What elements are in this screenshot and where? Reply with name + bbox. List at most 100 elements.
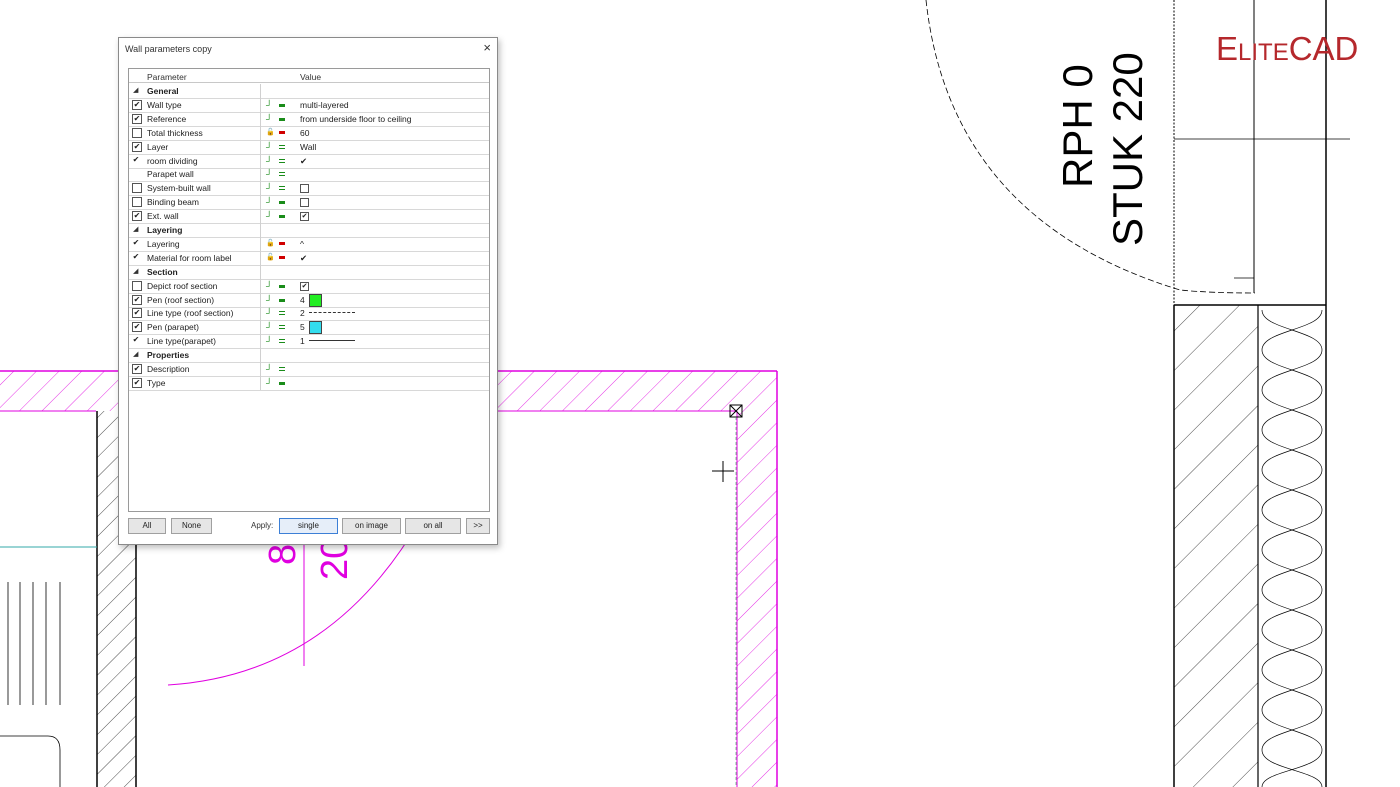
row-checkbox[interactable] (132, 127, 142, 138)
parameter-row[interactable]: ✔ Pen (parapet) ┘ 5 (129, 320, 489, 336)
column-divider (260, 362, 261, 376)
lock-open-icon[interactable]: 🔓 (266, 128, 275, 136)
lock-icon[interactable]: ┘ (266, 100, 272, 110)
row-checkbox[interactable]: ✔ (132, 364, 142, 374)
grid-header: Parameter Value (129, 69, 489, 83)
section-header[interactable]: ◢ General (129, 84, 489, 99)
lock-icon[interactable]: ┘ (266, 378, 272, 388)
parameter-label: Ext. wall (147, 211, 179, 222)
parameter-value[interactable]: ✔ (300, 156, 307, 167)
row-checkbox[interactable]: ✔ (132, 211, 142, 222)
lock-icon[interactable]: ┘ (266, 156, 272, 166)
value-checkbox[interactable] (300, 198, 309, 208)
label-line1: RPH 0 (1054, 64, 1101, 188)
parameter-value[interactable]: 4 (300, 295, 305, 305)
row-checkbox[interactable]: ✔ (132, 155, 140, 164)
lock-open-icon[interactable]: 🔓 (266, 253, 275, 261)
row-checkbox[interactable]: ✔ (132, 336, 140, 345)
row-checkbox[interactable]: ✔ (132, 113, 142, 124)
parameter-value[interactable]: Wall (300, 142, 316, 152)
row-checkbox[interactable]: ✔ (132, 294, 142, 305)
lock-icon[interactable]: ┘ (266, 114, 272, 124)
lock-icon[interactable]: ┘ (266, 295, 272, 305)
parameter-label: Layering (147, 238, 180, 249)
column-header-parameter[interactable]: Parameter (147, 72, 187, 82)
row-checkbox[interactable] (132, 280, 142, 291)
lock-icon[interactable]: ┘ (266, 169, 272, 179)
collapse-icon[interactable]: ◢ (133, 267, 138, 275)
collapse-icon[interactable]: ◢ (133, 350, 138, 358)
lock-icon[interactable]: ┘ (266, 197, 272, 207)
parameter-row[interactable]: Total thickness 🔓 60 (129, 125, 489, 141)
line-type-preview (309, 312, 355, 314)
parameter-row[interactable]: ✔ Pen (roof section) ┘ 4 (129, 292, 489, 308)
parameter-row[interactable]: ✔ Line type (roof section) ┘ 2 (129, 306, 489, 322)
column-divider (260, 139, 261, 154)
pen-color-swatch[interactable] (309, 293, 322, 307)
parameter-row[interactable]: ✔ Description ┘ (129, 362, 489, 377)
row-checkbox[interactable] (132, 183, 142, 194)
none-button[interactable]: None (171, 518, 212, 534)
parameter-row[interactable]: System-built wall ┘ (129, 181, 489, 197)
section-header[interactable]: ◢ Layering (129, 223, 489, 238)
apply-on-image-button[interactable]: on image (342, 518, 401, 534)
lock-icon[interactable]: ┘ (266, 142, 272, 152)
pen-color-swatch[interactable] (309, 321, 322, 335)
section-label: Properties (147, 350, 190, 361)
lock-icon[interactable]: ┘ (266, 308, 272, 318)
parameter-value[interactable]: 5 (300, 322, 305, 332)
row-checkbox[interactable]: ✔ (132, 322, 142, 333)
lock-icon[interactable]: ┘ (266, 211, 272, 221)
apply-single-button[interactable]: single (279, 518, 338, 534)
value-checkbox[interactable] (300, 184, 309, 194)
lock-icon[interactable]: ┘ (266, 281, 272, 291)
parameter-row[interactable]: Binding beam ┘ (129, 195, 489, 211)
column-divider (260, 181, 261, 196)
parameter-value[interactable]: ^ (300, 239, 304, 249)
value-checkbox[interactable]: ✔ (300, 212, 309, 222)
parameter-value[interactable]: 1 (300, 336, 305, 346)
close-icon[interactable]: × (483, 40, 491, 55)
parameter-row[interactable]: ✔ Wall type ┘ multi-layered (129, 97, 489, 113)
row-checkbox[interactable] (132, 197, 142, 208)
parameter-row[interactable]: Depict roof section ┘ ✔ (129, 278, 489, 294)
lock-icon[interactable]: ┘ (266, 364, 272, 374)
parameter-row[interactable]: ✔ Material for room label 🔓 ✔ (129, 250, 489, 266)
lock-open-icon[interactable]: 🔓 (266, 239, 275, 247)
parameter-value[interactable]: from underside floor to ceiling (300, 114, 412, 124)
parameter-value[interactable]: 60 (300, 128, 309, 138)
row-checkbox[interactable]: ✔ (132, 252, 140, 261)
collapse-icon[interactable]: ◢ (133, 86, 138, 94)
parameter-row[interactable]: ✔ Reference ┘ from underside floor to ceili… (129, 111, 489, 127)
lock-icon[interactable]: ┘ (266, 336, 272, 346)
section-header[interactable]: ◢ Section (129, 264, 489, 280)
parameter-row[interactable]: ✔ Line type(parapet) ┘ 1 (129, 334, 489, 350)
column-header-value[interactable]: Value (300, 72, 321, 82)
parameter-row[interactable]: ✔ Layering 🔓 ^ (129, 236, 489, 252)
row-checkbox[interactable]: ✔ (132, 238, 140, 247)
more-button[interactable]: >> (466, 518, 490, 534)
parameter-row[interactable]: ✔ Ext. wall ┘ ✔ (129, 209, 489, 225)
row-checkbox[interactable]: ✔ (132, 141, 142, 152)
all-button[interactable]: All (128, 518, 166, 534)
lock-icon[interactable]: ┘ (266, 183, 272, 193)
parameter-row[interactable]: ✔ room dividing ┘ ✔ (129, 153, 489, 169)
section-header[interactable]: ◢ Properties (129, 348, 489, 364)
value-checkbox[interactable]: ✔ (300, 281, 309, 291)
parameter-row[interactable]: ✔ Layer ┘ Wall (129, 139, 489, 155)
lock-icon[interactable]: ┘ (266, 322, 272, 332)
parameter-value[interactable]: ✔ (300, 253, 307, 264)
parameter-value[interactable]: 2 (300, 308, 305, 318)
collapse-icon[interactable]: ◢ (133, 225, 138, 233)
column-divider (260, 334, 261, 349)
row-checkbox[interactable]: ✔ (132, 377, 142, 388)
apply-on-all-button[interactable]: on all (405, 518, 461, 534)
parameter-label: Layer (147, 141, 169, 152)
status-indicator (279, 186, 285, 191)
parameter-value[interactable]: multi-layered (300, 100, 349, 110)
parameter-row[interactable]: Parapet wall ┘ (129, 167, 489, 183)
row-checkbox[interactable]: ✔ (132, 99, 142, 110)
parameter-row[interactable]: ✔ Type ┘ (129, 375, 489, 391)
parameter-label: Pen (parapet) (147, 322, 199, 333)
row-checkbox[interactable]: ✔ (132, 308, 142, 319)
